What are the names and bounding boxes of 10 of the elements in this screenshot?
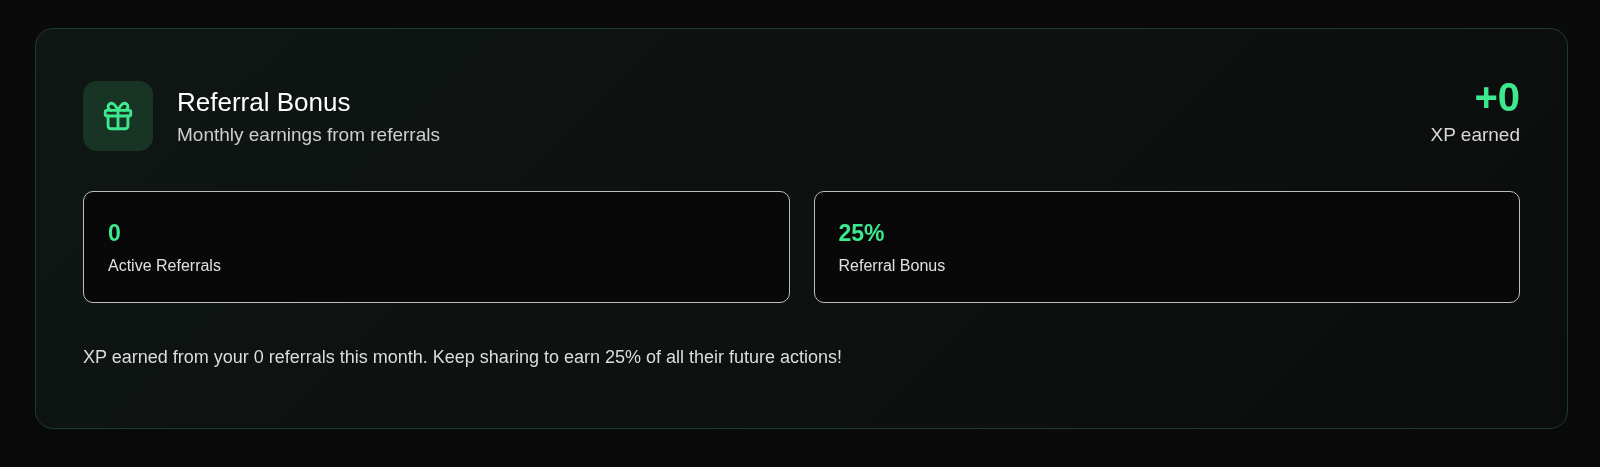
card-subtitle: Monthly earnings from referrals [177,123,441,146]
xp-label: XP earned [1430,123,1520,146]
gift-icon [83,81,153,151]
stat-label: Active Referrals [108,257,222,275]
card-title: Referral Bonus [177,86,352,118]
stat-value: 25% [838,220,886,247]
stat-label: Referral Bonus [838,257,947,275]
footer-text: XP earned from your 0 referrals this month. Keep sharing to earn 25% of all their future actions! [83,347,844,368]
stat-value: 0 [108,220,122,247]
xp-value: +0 [1474,74,1520,120]
